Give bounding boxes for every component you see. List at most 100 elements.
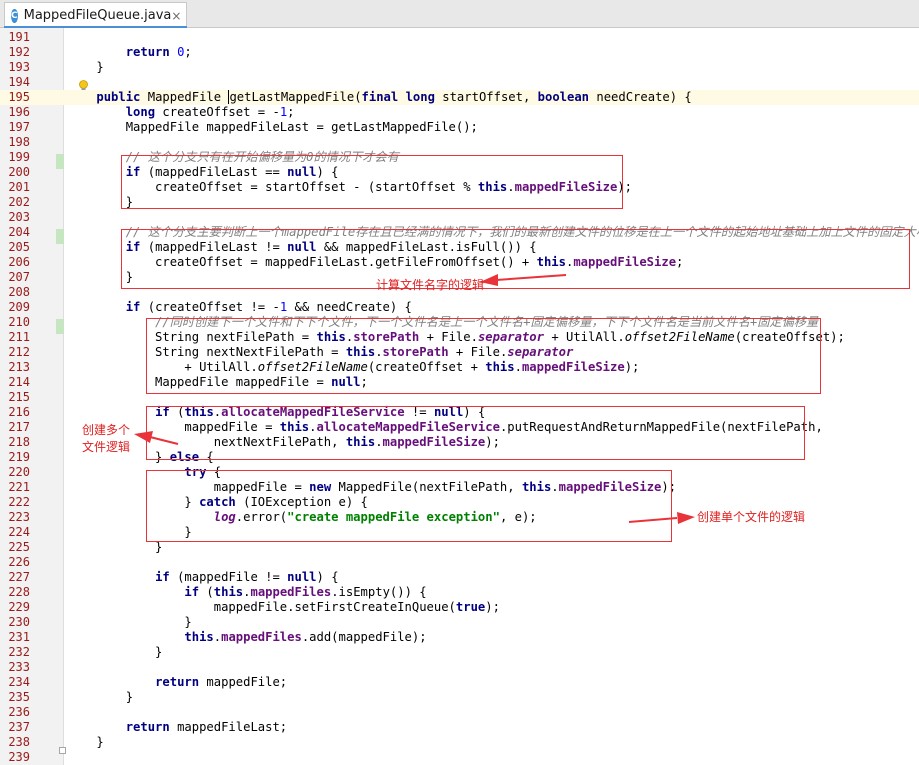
code-line-191[interactable]: 191: [0, 30, 919, 45]
line-number: 208: [8, 285, 30, 299]
line-number: 220: [8, 465, 30, 479]
code-text[interactable]: return mappedFileLast;: [67, 720, 287, 735]
line-number: 196: [8, 105, 30, 119]
line-number: 206: [8, 255, 30, 269]
code-line-225[interactable]: 225 }: [0, 540, 919, 555]
code-text[interactable]: this.mappedFiles.add(mappedFile);: [67, 630, 426, 645]
annotation-box-file-paths: [146, 318, 821, 394]
code-line-231[interactable]: 231 this.mappedFiles.add(mappedFile);: [0, 630, 919, 645]
line-number: 191: [8, 30, 30, 44]
code-line-195[interactable]: 195 public MappedFile getLastMappedFile(…: [0, 90, 919, 105]
code-line-239[interactable]: 239: [0, 750, 919, 765]
code-line-230[interactable]: 230 }: [0, 615, 919, 630]
code-line-237[interactable]: 237 return mappedFileLast;: [0, 720, 919, 735]
line-number: 237: [8, 720, 30, 734]
line-number: 193: [8, 60, 30, 74]
line-number: 200: [8, 165, 30, 179]
line-number: 238: [8, 735, 30, 749]
line-number: 192: [8, 45, 30, 59]
line-number: 212: [8, 345, 30, 359]
code-line-192[interactable]: 192 return 0;: [0, 45, 919, 60]
code-text[interactable]: }: [67, 615, 191, 630]
line-number: 232: [8, 645, 30, 659]
code-text[interactable]: MappedFile mappedFileLast = getLastMappe…: [67, 120, 478, 135]
code-text[interactable]: mappedFile.setFirstCreateInQueue(true);: [67, 600, 500, 615]
line-number: 210: [8, 315, 30, 329]
line-number: 194: [8, 75, 30, 89]
code-text[interactable]: }: [67, 690, 133, 705]
code-text[interactable]: long createOffset = -1;: [67, 105, 295, 120]
code-line-238[interactable]: 238 }: [0, 735, 919, 750]
code-line-232[interactable]: 232 }: [0, 645, 919, 660]
line-number: 204: [8, 225, 30, 239]
line-number: 205: [8, 240, 30, 254]
code-text[interactable]: if (createOffset != -1 && needCreate) {: [67, 300, 412, 315]
code-text[interactable]: }: [67, 540, 162, 555]
code-line-236[interactable]: 236: [0, 705, 919, 720]
code-text[interactable]: }: [67, 60, 103, 75]
code-line-197[interactable]: 197 MappedFile mappedFileLast = getLastM…: [0, 120, 919, 135]
line-number: 229: [8, 600, 30, 614]
code-line-228[interactable]: 228 if (this.mappedFiles.isEmpty()) {: [0, 585, 919, 600]
tab-label: MappedFileQueue.java: [23, 8, 172, 23]
line-number: 203: [8, 210, 30, 224]
line-number: 207: [8, 270, 30, 284]
line-number: 197: [8, 120, 30, 134]
line-number: 217: [8, 420, 30, 434]
arrow-filename-logic: [480, 274, 567, 286]
line-number: 225: [8, 540, 30, 554]
line-number: 198: [8, 135, 30, 149]
code-text[interactable]: public MappedFile getLastMappedFile(fina…: [67, 90, 692, 105]
annotation-box-first-file: [121, 155, 623, 209]
note-single-file: 创建单个文件的逻辑: [697, 510, 806, 524]
arrow-multi-file: [134, 431, 179, 445]
code-line-226[interactable]: 226: [0, 555, 919, 570]
line-number: 228: [8, 585, 30, 599]
line-number: 231: [8, 630, 30, 644]
line-number: 236: [8, 705, 30, 719]
line-number: 227: [8, 570, 30, 584]
line-number: 201: [8, 180, 30, 194]
code-line-209[interactable]: 209 if (createOffset != -1 && needCreate…: [0, 300, 919, 315]
line-number: 216: [8, 405, 30, 419]
line-number: 239: [8, 750, 30, 764]
code-line-233[interactable]: 233: [0, 660, 919, 675]
line-number: 226: [8, 555, 30, 569]
arrow-single-file: [628, 512, 695, 524]
code-line-235[interactable]: 235 }: [0, 690, 919, 705]
code-line-229[interactable]: 229 mappedFile.setFirstCreateInQueue(tru…: [0, 600, 919, 615]
code-editor[interactable]: 191 192 return 0; 193 } 194 195 public Mappe…: [0, 28, 919, 765]
code-text[interactable]: }: [67, 645, 162, 660]
tab-mappedfilequeue[interactable]: C MappedFileQueue.java ×: [4, 2, 187, 28]
line-number: 199: [8, 150, 30, 164]
code-line-193[interactable]: 193 }: [0, 60, 919, 75]
line-number: 234: [8, 675, 30, 689]
line-number: 221: [8, 480, 30, 494]
line-number: 223: [8, 510, 30, 524]
line-number: 233: [8, 660, 30, 674]
line-number: 235: [8, 690, 30, 704]
line-number: 230: [8, 615, 30, 629]
code-text[interactable]: if (mappedFile != null) {: [67, 570, 338, 585]
editor-tab-bar: C MappedFileQueue.java ×: [0, 0, 919, 28]
note-filename-logic: 计算文件名字的逻辑: [376, 278, 485, 292]
note-multi-file-line2: 文件逻辑: [82, 440, 131, 454]
line-number: 219: [8, 450, 30, 464]
code-line-227[interactable]: 227 if (mappedFile != null) {: [0, 570, 919, 585]
code-line-194[interactable]: 194: [0, 75, 919, 90]
code-text[interactable]: if (this.mappedFiles.isEmpty()) {: [67, 585, 426, 600]
code-line-203[interactable]: 203: [0, 210, 919, 225]
code-line-234[interactable]: 234 return mappedFile;: [0, 675, 919, 690]
code-text[interactable]: return mappedFile;: [67, 675, 287, 690]
line-number: 209: [8, 300, 30, 314]
code-text[interactable]: }: [67, 735, 103, 750]
code-line-198[interactable]: 198: [0, 135, 919, 150]
code-line-196[interactable]: 196 long createOffset = -1;: [0, 105, 919, 120]
java-class-icon: C: [11, 8, 18, 23]
line-number: 213: [8, 360, 30, 374]
close-icon[interactable]: ×: [171, 9, 181, 23]
line-number: 224: [8, 525, 30, 539]
line-number: 202: [8, 195, 30, 209]
code-text[interactable]: return 0;: [67, 45, 192, 60]
note-multi-file-line1: 创建多个: [82, 423, 131, 437]
